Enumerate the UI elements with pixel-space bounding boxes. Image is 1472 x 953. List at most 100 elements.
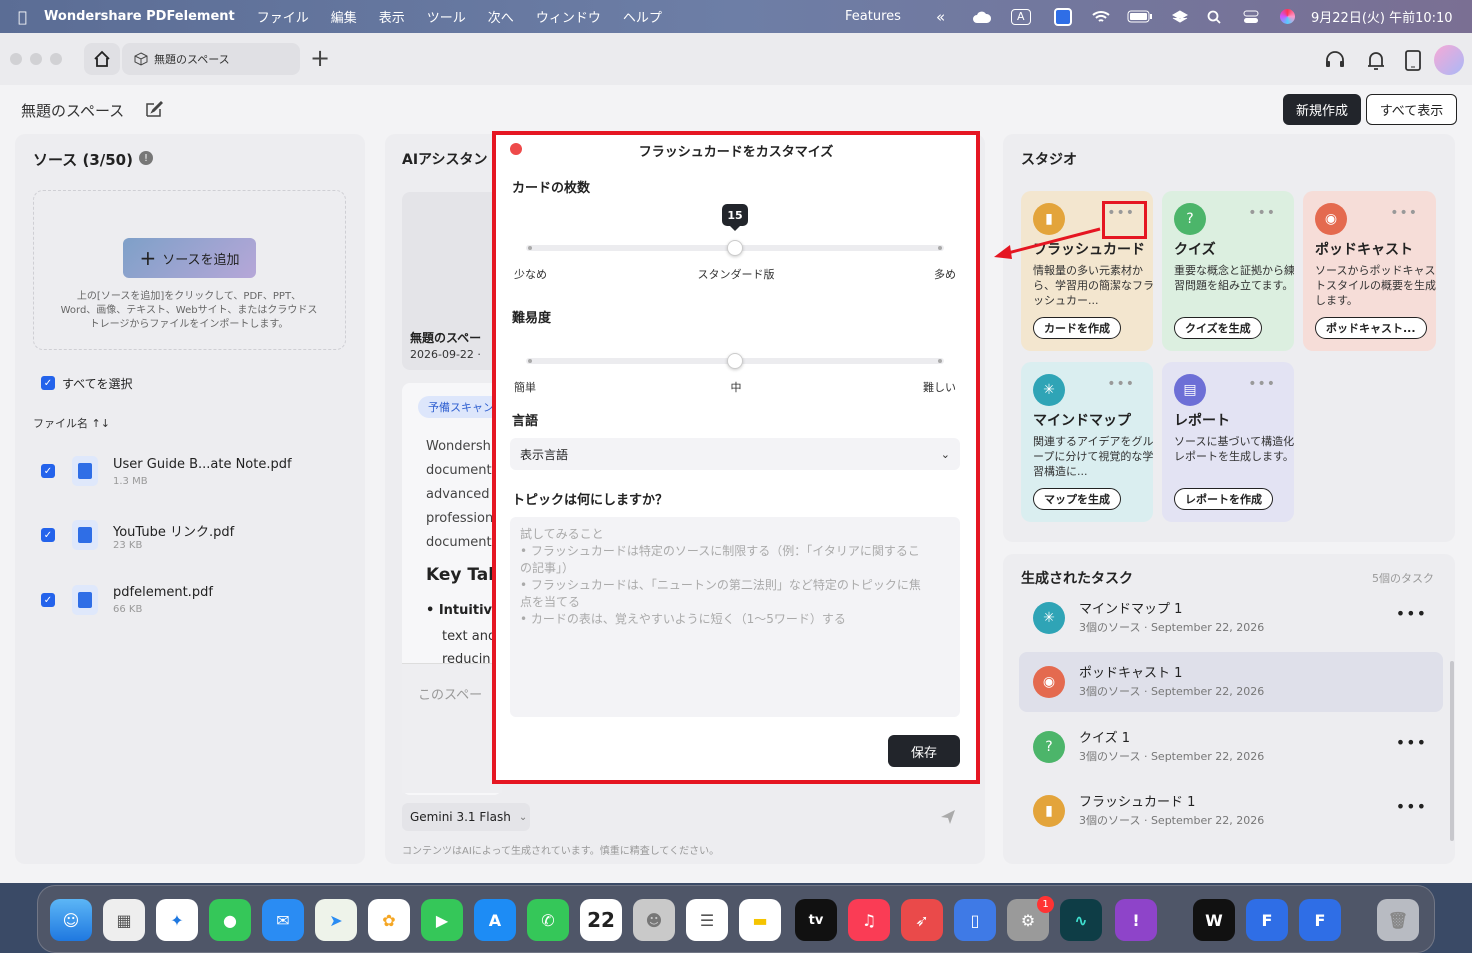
contacts-icon[interactable]: ☻ <box>633 899 675 941</box>
search-icon[interactable] <box>1207 0 1221 33</box>
maps-icon[interactable]: ➤ <box>315 899 357 941</box>
notes-icon[interactable]: ▬ <box>739 899 781 941</box>
mindmap-card[interactable]: ✳ ••• マインドマップ 関連するアイデアをグループに分けて視覚的な学習構造に… <box>1021 362 1153 522</box>
space-tab[interactable]: 無題のスペース <box>122 43 300 75</box>
layers-icon[interactable] <box>1172 0 1188 33</box>
safari-icon[interactable]: ✦ <box>156 899 198 941</box>
language-select[interactable]: 表示言語 ⌄ <box>510 438 960 470</box>
task-item[interactable]: ◉ ポッドキャスト 1 3個のソース · September 22, 2026 <box>1019 652 1443 712</box>
create-report-button[interactable]: レポートを作成 <box>1174 488 1273 510</box>
more-options-icon[interactable]: ••• <box>1248 205 1276 221</box>
report-card[interactable]: ▤ ••• レポート ソースに基づいて構造化レポートを生成します。 レポートを作… <box>1162 362 1294 522</box>
menu-item-window[interactable]: ウィンドウ <box>536 7 601 26</box>
file-name[interactable]: pdfelement.pdf <box>113 585 213 600</box>
freeform-app-icon[interactable]: ∿ <box>1060 899 1102 941</box>
apple-icon[interactable]:  <box>18 8 27 26</box>
tablet-icon[interactable] <box>1404 49 1422 76</box>
podcast-button[interactable]: ポッドキャスト... <box>1315 317 1427 339</box>
launchpad-icon[interactable]: ▦ <box>103 899 145 941</box>
add-tab-button[interactable]: + <box>310 45 330 71</box>
pdfelement-alt-icon[interactable]: F <box>1299 899 1341 941</box>
menu-item-file[interactable]: ファイル <box>257 7 309 26</box>
mail-icon[interactable]: ✉ <box>262 899 304 941</box>
avatar[interactable] <box>1434 45 1464 75</box>
window-minimize-button[interactable] <box>30 53 42 65</box>
more-options-icon[interactable]: ••• <box>1107 376 1135 392</box>
chevron-left-double-icon[interactable]: « <box>936 0 945 33</box>
menu-datetime[interactable]: 9月22日(火) 午前10:10 <box>1311 0 1453 33</box>
add-source-button[interactable]: + ソースを追加 <box>123 238 256 278</box>
menu-item-view[interactable]: 表示 <box>379 7 405 26</box>
siri-icon[interactable] <box>1280 0 1295 33</box>
card-count-slider-thumb[interactable] <box>727 240 743 256</box>
menu-item-help[interactable]: ヘルプ <box>623 7 662 26</box>
wifi-icon[interactable] <box>1092 0 1110 33</box>
wondershare-icon[interactable]: W <box>1193 899 1235 941</box>
sort-by-name[interactable]: ファイル名 ↑↓ <box>33 415 110 431</box>
tasks-scrollbar[interactable] <box>1450 661 1454 841</box>
difficulty-slider-thumb[interactable] <box>727 353 743 369</box>
phone-icon[interactable]: ✆ <box>527 899 569 941</box>
feedback-icon[interactable]: ! <box>1115 899 1157 941</box>
home-button[interactable] <box>84 43 120 75</box>
rocket-app-icon[interactable]: ➶ <box>901 899 943 941</box>
model-selector[interactable]: Gemini 3.1 Flash ⌄ <box>402 803 530 831</box>
reminders-icon[interactable]: ☰ <box>686 899 728 941</box>
pdfelement-icon[interactable]: F <box>1246 899 1288 941</box>
menu-item-tools[interactable]: ツール <box>427 7 466 26</box>
photos-icon[interactable]: ✿ <box>368 899 410 941</box>
facetime-icon[interactable]: ▶ <box>421 899 463 941</box>
language-label: 言語 <box>512 414 539 429</box>
file-checkbox[interactable]: ✓ <box>41 593 55 607</box>
menu-item-next[interactable]: 次へ <box>488 7 514 26</box>
calendar-icon[interactable]: 22 <box>580 899 622 941</box>
task-item[interactable]: ▮ フラッシュカード 1 3個のソース · September 22, 2026… <box>1019 781 1443 841</box>
more-options-icon[interactable]: ••• <box>1396 604 1427 623</box>
menu-item-edit[interactable]: 編集 <box>331 7 357 26</box>
podcast-card[interactable]: ◉ ••• ポッドキャスト ソースからポッドキャストスタイルの概要を生成します。… <box>1303 191 1436 351</box>
cloud-icon[interactable] <box>972 0 992 33</box>
more-options-icon[interactable]: ••• <box>1390 205 1418 221</box>
more-options-icon[interactable]: ••• <box>1248 376 1276 392</box>
app-store-icon[interactable]: A <box>474 899 516 941</box>
more-options-icon[interactable]: ••• <box>1396 733 1427 752</box>
music-icon[interactable]: ♫ <box>848 899 890 941</box>
messages-icon[interactable]: ● <box>209 899 251 941</box>
support-headset-icon[interactable] <box>1323 49 1347 76</box>
file-name[interactable]: YouTube リンク.pdf <box>113 521 234 540</box>
edit-title-icon[interactable] <box>145 100 164 121</box>
save-button[interactable]: 保存 <box>888 735 960 767</box>
task-item[interactable]: ? クイズ 1 3個のソース · September 22, 2026 ••• <box>1019 717 1443 777</box>
more-options-icon[interactable]: ••• <box>1396 797 1427 816</box>
file-name[interactable]: User Guide B...ate Note.pdf <box>113 457 292 472</box>
finder-icon[interactable]: ☺ <box>50 899 92 941</box>
chat-input-area[interactable] <box>402 663 502 793</box>
generate-map-button[interactable]: マップを生成 <box>1033 488 1121 510</box>
bell-icon[interactable] <box>1365 49 1387 76</box>
menu-app-name[interactable]: Wondershare PDFelement <box>44 9 235 24</box>
generate-quiz-button[interactable]: クイズを生成 <box>1174 317 1262 339</box>
battery-icon[interactable] <box>1127 0 1153 33</box>
create-card-button[interactable]: カードを作成 <box>1033 317 1121 339</box>
new-button[interactable]: 新規作成 <box>1283 94 1361 125</box>
task-item[interactable]: ✳ マインドマップ 1 3個のソース · September 22, 2026 … <box>1019 588 1443 648</box>
apple-tv-icon[interactable]: tv <box>795 899 837 941</box>
select-all-checkbox[interactable]: ✓ <box>41 376 55 390</box>
chevron-down-icon: ⌄ <box>518 811 528 823</box>
window-zoom-button[interactable] <box>50 53 62 65</box>
control-center-icon[interactable] <box>1243 0 1259 33</box>
topic-textarea[interactable]: 試してみること • フラッシュカードは特定のソースに制限する（例：「イタリアに関… <box>510 517 960 717</box>
quiz-card[interactable]: ? ••• クイズ 重要な概念と証拠から練習問題を組み立てます。 クイズを生成 <box>1162 191 1294 351</box>
window-close-button[interactable] <box>10 53 22 65</box>
features-menu[interactable]: Features <box>845 0 901 33</box>
send-icon[interactable] <box>940 809 956 828</box>
trash-icon[interactable]: 🗑 <box>1377 899 1419 941</box>
device-app-icon[interactable]: ▯ <box>954 899 996 941</box>
info-icon[interactable]: ! <box>139 151 153 165</box>
input-source-icon[interactable]: A <box>1011 0 1031 33</box>
file-checkbox[interactable]: ✓ <box>41 464 55 478</box>
file-checkbox[interactable]: ✓ <box>41 528 55 542</box>
pdfelement-status-icon[interactable] <box>1054 0 1072 33</box>
topic-placeholder-line: 試してみること <box>520 527 604 541</box>
show-all-button[interactable]: すべて表示 <box>1366 94 1457 125</box>
